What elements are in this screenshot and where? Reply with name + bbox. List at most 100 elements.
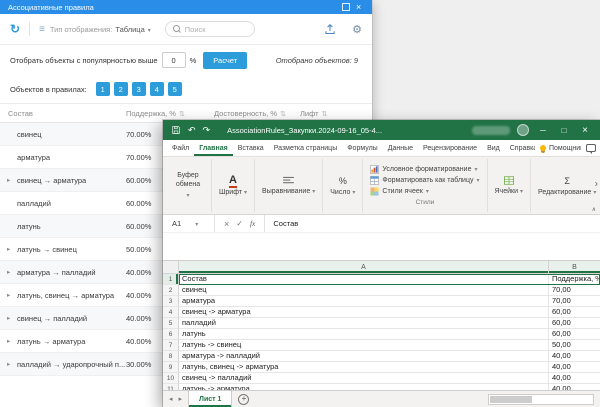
expand-arrow-icon[interactable]: ▸ <box>7 307 10 330</box>
cell-styles-button[interactable]: Стили ячеек <box>370 187 428 196</box>
cell-a[interactable]: свинец -> арматура <box>179 307 549 318</box>
column-header-b[interactable]: B <box>549 261 600 273</box>
cell-b[interactable]: 60,00 <box>549 307 600 318</box>
comment-icon[interactable] <box>586 144 596 152</box>
rule-size-button-4[interactable]: 4 <box>150 82 164 96</box>
grid-row[interactable]: 3 арматура 70,00 <box>163 296 600 307</box>
settings-gear-icon[interactable] <box>352 23 362 36</box>
undo-icon[interactable] <box>188 125 196 136</box>
refresh-icon[interactable] <box>10 22 20 36</box>
rule-size-button-2[interactable]: 2 <box>114 82 128 96</box>
threshold-input[interactable] <box>162 52 186 68</box>
expand-arrow-icon[interactable]: ▸ <box>7 261 10 284</box>
row-number[interactable]: 1 <box>163 274 179 285</box>
row-number[interactable]: 2 <box>163 285 179 296</box>
sort-icon[interactable] <box>322 109 328 118</box>
cell-a[interactable]: латунь -> арматура <box>179 384 549 390</box>
insert-function-icon[interactable]: fx <box>250 219 255 228</box>
grid-row[interactable]: 4 свинец -> арматура 60,00 <box>163 307 600 318</box>
search-input[interactable] <box>185 25 247 34</box>
cell-a[interactable]: палладий <box>179 318 549 329</box>
grid-row[interactable]: 1 Состав Поддержка, % <box>163 274 600 285</box>
sheet-nav-right-icon[interactable] <box>179 395 183 403</box>
ribbon-tab-assistant[interactable]: Помощник <box>535 140 586 156</box>
cell-b[interactable]: 40,00 <box>549 373 600 384</box>
redo-icon[interactable] <box>203 125 211 136</box>
grid-row[interactable]: 5 палладий 60,00 <box>163 318 600 329</box>
cell-b[interactable]: 40,00 <box>549 351 600 362</box>
restore-icon[interactable] <box>557 126 571 135</box>
ribbon-tab[interactable]: Вставка <box>233 140 269 156</box>
cell-b[interactable]: 50,00 <box>549 340 600 351</box>
cell-b[interactable]: 60,00 <box>549 329 600 340</box>
expand-arrow-icon[interactable]: ▸ <box>7 353 10 376</box>
cell-a[interactable]: латунь, свинец -> арматура <box>179 362 549 373</box>
number-group-button[interactable]: Число <box>323 159 363 212</box>
format-as-table-button[interactable]: Форматировать как таблицу <box>370 176 479 185</box>
column-header-a[interactable]: A <box>179 261 549 273</box>
alignment-group-button[interactable]: Выравнивание <box>255 159 323 212</box>
expand-arrow-icon[interactable]: ▸ <box>7 284 10 307</box>
sheet-tab[interactable]: Лист 1 <box>188 391 232 407</box>
search-box[interactable] <box>165 21 255 37</box>
close-icon[interactable] <box>578 125 592 136</box>
ribbon-tab[interactable]: Рецензирование <box>418 140 482 156</box>
grid-row[interactable]: 7 латунь -> свинец 50,00 <box>163 340 600 351</box>
ribbon-tab[interactable]: Вид <box>482 140 505 156</box>
ribbon-tab[interactable]: Справка <box>505 140 535 156</box>
grid-row[interactable]: 10 свинец -> палладий 40,00 <box>163 373 600 384</box>
row-number[interactable]: 4 <box>163 307 179 318</box>
rule-size-button-5[interactable]: 5 <box>168 82 182 96</box>
cells-group-button[interactable]: Ячейки <box>488 159 532 212</box>
rule-size-button-1[interactable]: 1 <box>96 82 110 96</box>
font-group-button[interactable]: Шрифт <box>212 159 255 212</box>
maximize-window-icon[interactable] <box>342 3 350 11</box>
cell-a[interactable]: свинец -> палладий <box>179 373 549 384</box>
cell-b[interactable]: 70,00 <box>549 285 600 296</box>
cell-a[interactable]: латунь <box>179 329 549 340</box>
collapse-ribbon-icon[interactable] <box>592 206 596 213</box>
conditional-formatting-button[interactable]: Условное форматирование <box>370 165 477 174</box>
column-header-composition[interactable]: Состав <box>8 104 33 122</box>
cell-a[interactable]: латунь -> свинец <box>179 340 549 351</box>
cell-b[interactable]: 40,00 <box>549 362 600 373</box>
name-box[interactable]: A1 <box>163 215 215 232</box>
row-number[interactable]: 6 <box>163 329 179 340</box>
ribbon-tab[interactable]: Файл <box>167 140 194 156</box>
close-window-icon[interactable] <box>356 3 364 11</box>
sort-icon[interactable] <box>280 109 286 118</box>
export-icon[interactable] <box>324 23 336 35</box>
save-icon[interactable] <box>171 125 181 135</box>
expand-arrow-icon[interactable]: ▸ <box>7 330 10 353</box>
chevron-down-icon[interactable] <box>148 25 151 34</box>
sheet-nav-left-icon[interactable] <box>169 395 173 403</box>
row-number[interactable]: 7 <box>163 340 179 351</box>
select-all-corner[interactable] <box>163 261 179 273</box>
grid-row[interactable]: 2 свинец 70,00 <box>163 285 600 296</box>
ribbon-tab[interactable]: Данные <box>383 140 418 156</box>
grid-row[interactable]: 6 латунь 60,00 <box>163 329 600 340</box>
scrollbar-thumb[interactable] <box>490 396 532 403</box>
row-number[interactable]: 10 <box>163 373 179 384</box>
cell-b[interactable]: 70,00 <box>549 296 600 307</box>
cell-b[interactable]: Поддержка, % <box>549 274 600 285</box>
calculate-button[interactable]: Расчет <box>203 52 247 69</box>
clipboard-group-button[interactable]: Буфер обмена <box>165 159 212 212</box>
cancel-entry-icon[interactable] <box>224 219 229 229</box>
minimize-icon[interactable] <box>536 126 550 135</box>
cell-a[interactable]: Состав <box>179 274 549 285</box>
grid-row[interactable]: 9 латунь, свинец -> арматура 40,00 <box>163 362 600 373</box>
ribbon-tab[interactable]: Разметка страницы <box>269 140 343 156</box>
expand-arrow-icon[interactable]: ▸ <box>7 238 10 261</box>
row-number[interactable]: 3 <box>163 296 179 307</box>
formula-input[interactable]: Состав <box>265 219 298 228</box>
expand-arrow-icon[interactable]: ▸ <box>7 169 10 192</box>
user-avatar[interactable] <box>517 124 529 136</box>
rule-size-button-3[interactable]: 3 <box>132 82 146 96</box>
ribbon-tab[interactable]: Формулы <box>342 140 382 156</box>
cell-a[interactable]: свинец <box>179 285 549 296</box>
grid-row[interactable]: 8 арматура -> палладий 40,00 <box>163 351 600 362</box>
horizontal-scrollbar[interactable] <box>488 394 594 405</box>
spreadsheet-grid[interactable]: 1 Состав Поддержка, % 2 свинец 70,00 3 а… <box>163 274 600 390</box>
ribbon-tab[interactable]: Главная <box>194 140 232 156</box>
